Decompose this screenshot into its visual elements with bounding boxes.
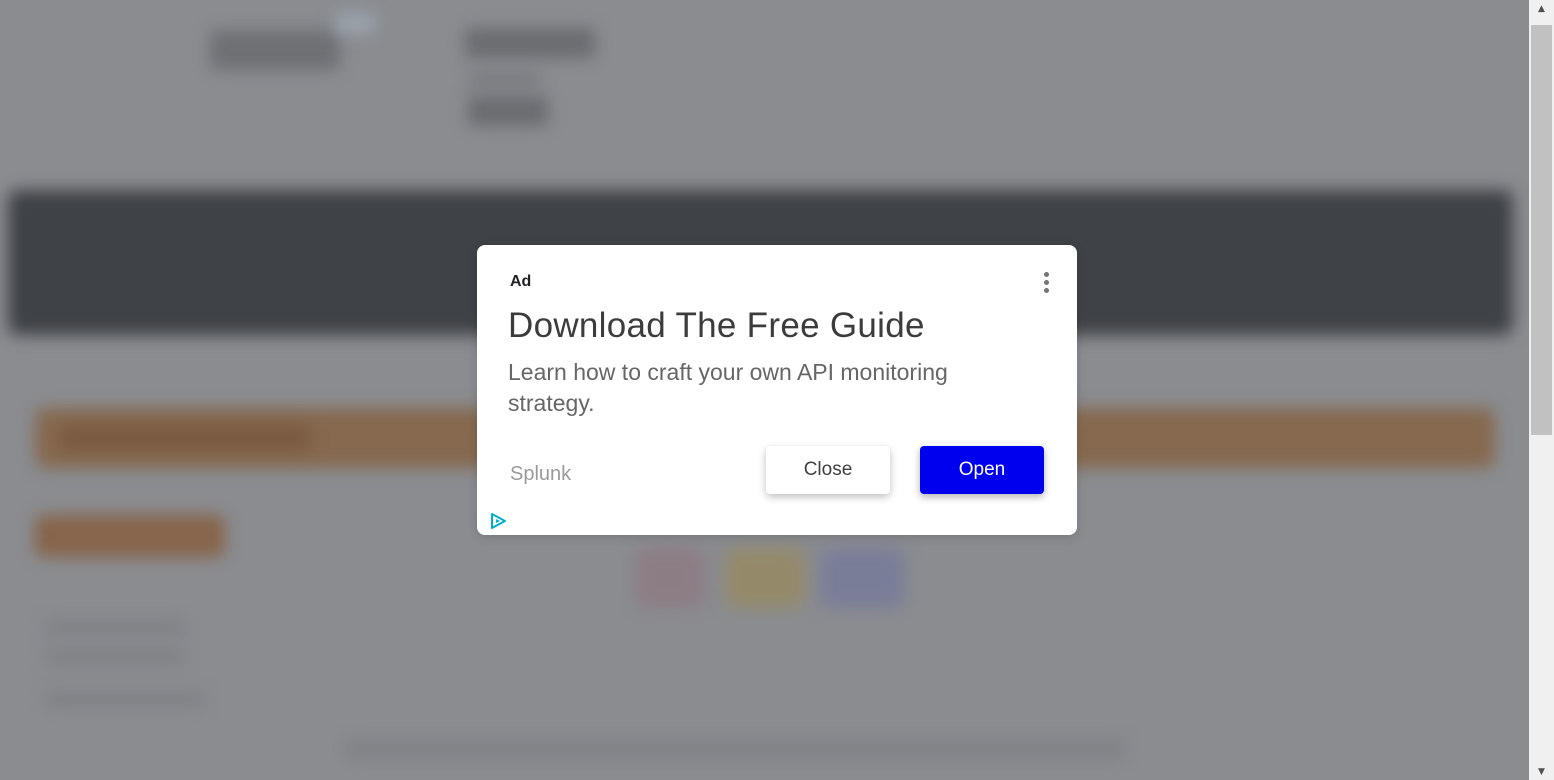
vertical-scrollbar[interactable]: ▲ ▼: [1529, 0, 1554, 780]
header-block: [465, 28, 595, 58]
scroll-down-arrow-icon[interactable]: ▼: [1529, 763, 1554, 780]
open-button[interactable]: Open: [920, 446, 1044, 494]
background-card: [820, 548, 905, 608]
ad-headline[interactable]: Download The Free Guide: [508, 306, 925, 346]
background-text-line: [45, 620, 185, 634]
ad-description[interactable]: Learn how to craft your own API monitori…: [508, 357, 1028, 419]
background-text-line: [45, 650, 185, 664]
adchoices-icon[interactable]: [489, 512, 507, 530]
ad-label: Ad: [510, 273, 532, 290]
header-block: [470, 70, 540, 88]
header-block: [468, 96, 548, 126]
more-vert-icon[interactable]: [1039, 267, 1053, 297]
advertiser-name[interactable]: Splunk: [510, 463, 571, 486]
banner-text: [60, 426, 310, 450]
logo-tag: [335, 12, 375, 34]
background-footer: [345, 740, 1125, 758]
background-button: [35, 515, 225, 557]
scroll-up-arrow-icon[interactable]: ▲: [1529, 0, 1554, 17]
ad-dialog: Ad Download The Free Guide Learn how to …: [477, 245, 1077, 535]
background-card: [635, 548, 705, 608]
background-card: [725, 548, 805, 608]
background-text-line: [45, 692, 205, 706]
scrollbar-thumb[interactable]: [1531, 25, 1552, 435]
site-logo: [210, 30, 340, 70]
close-button[interactable]: Close: [766, 446, 890, 494]
